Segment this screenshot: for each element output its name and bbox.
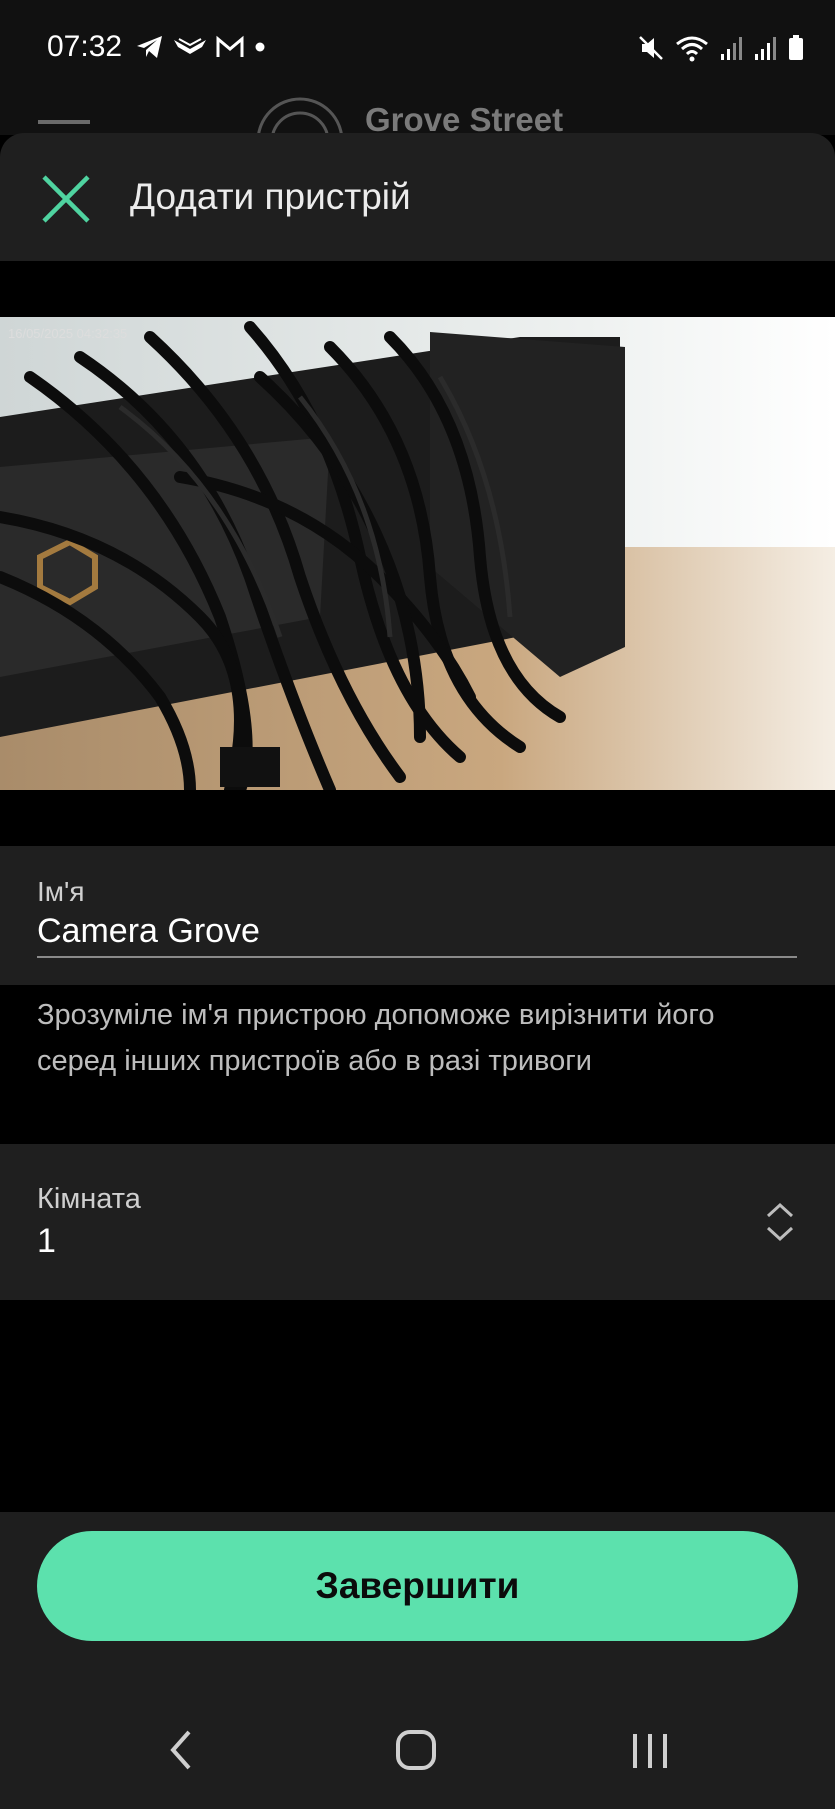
room-label: Кімната	[37, 1183, 141, 1215]
home-icon[interactable]	[394, 1728, 438, 1772]
background-app-header: Grove Street	[0, 95, 835, 135]
status-time: 07:32	[47, 30, 123, 63]
notification-icons	[135, 34, 267, 60]
mute-icon	[639, 36, 663, 60]
battery-icon	[789, 35, 803, 60]
updown-chevron-icon[interactable]	[762, 1200, 798, 1244]
back-icon[interactable]	[165, 1728, 197, 1772]
camera-timestamp: 16/05/2025 04:32:35	[8, 326, 128, 341]
camera-preview	[0, 317, 835, 790]
room-selector[interactable]	[0, 1144, 835, 1300]
mail-wings-icon	[174, 38, 206, 54]
gmail-icon	[216, 35, 244, 57]
close-button[interactable]	[38, 171, 94, 227]
camera-preview-image	[0, 317, 835, 790]
room-value: 1	[37, 1222, 56, 1260]
logo-icon	[256, 97, 344, 135]
finish-button[interactable]: Завершити	[37, 1531, 798, 1641]
status-bar: 07:32	[0, 0, 835, 100]
sheet-header	[0, 133, 835, 261]
system-icons	[637, 34, 805, 62]
signal-icon	[721, 37, 742, 60]
wifi-icon	[676, 36, 708, 62]
name-input[interactable]: Camera Grove	[37, 912, 797, 958]
close-icon	[42, 175, 90, 223]
menu-icon	[38, 120, 90, 124]
background-app-title: Grove Street	[365, 101, 564, 135]
page-title: Додати пристрій	[130, 176, 411, 217]
recents-icon[interactable]	[630, 1728, 670, 1772]
name-hint: Зрозуміле ім'я пристрою допоможе вирізни…	[37, 999, 715, 1077]
signal-icon	[755, 37, 776, 60]
telegram-icon	[137, 36, 162, 58]
name-label: Ім'я	[37, 876, 85, 907]
dot-icon	[255, 42, 265, 52]
